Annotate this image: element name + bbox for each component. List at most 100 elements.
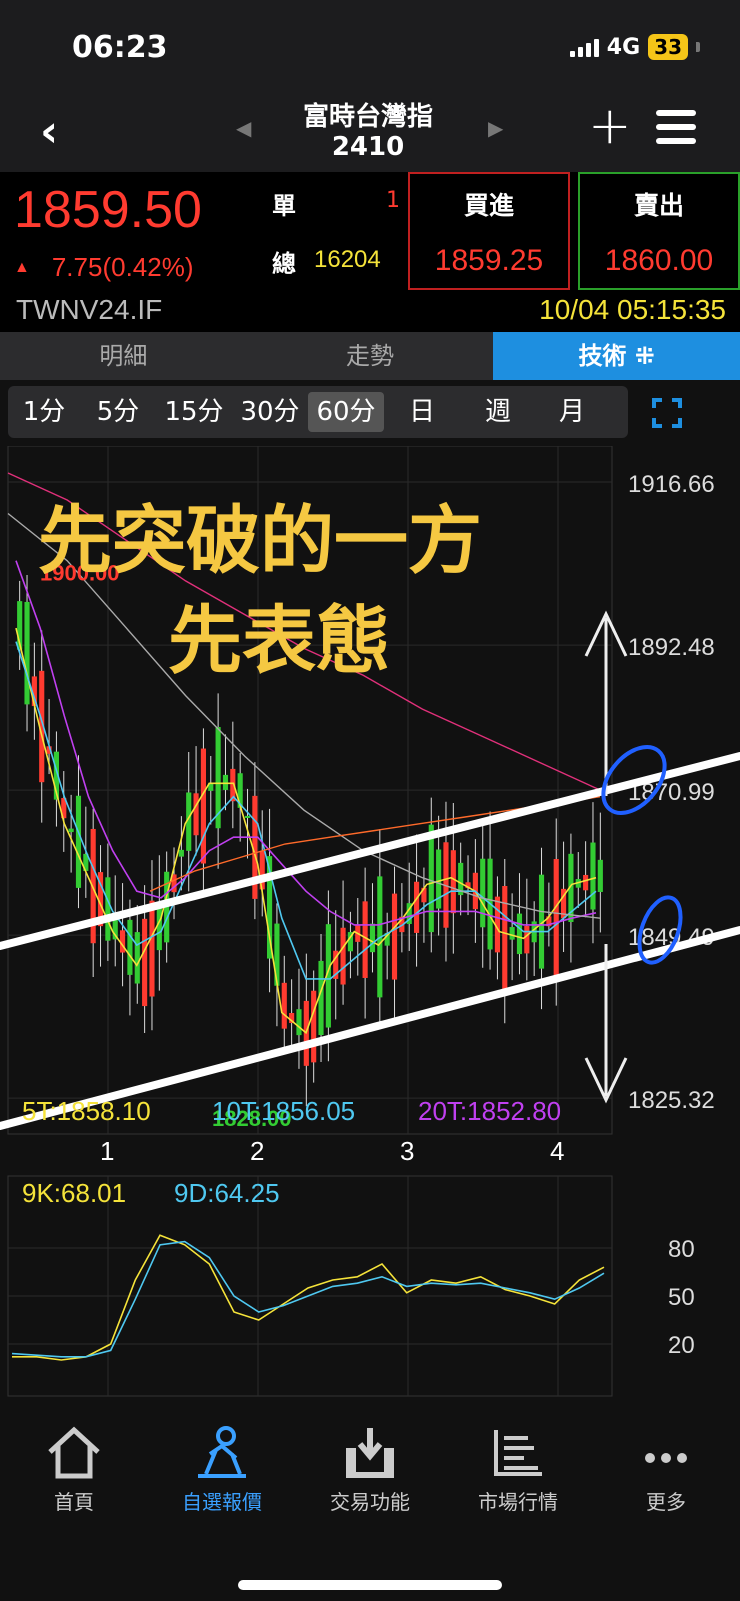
annotation-line-2: 先表態 <box>168 598 390 684</box>
watchlist-icon <box>198 1426 246 1478</box>
more-icon <box>645 1453 687 1463</box>
candle-body <box>516 913 523 955</box>
candle-body <box>480 858 486 928</box>
market-icon <box>494 1430 542 1476</box>
single-volume-label: 單 <box>272 192 296 220</box>
status-bar: 06:23 4G 33 <box>0 0 740 90</box>
candle-body <box>127 919 133 975</box>
candle-body <box>553 859 559 979</box>
back-icon[interactable]: ‹ <box>40 106 58 157</box>
kd-legend-9D: 9D:64.25 <box>174 1178 280 1208</box>
previous-symbol-icon[interactable]: ◀ <box>236 116 251 140</box>
home-icon <box>48 1426 100 1479</box>
period-4[interactable]: 60分 <box>308 392 384 432</box>
candle-body <box>193 793 199 836</box>
candle-body <box>502 885 508 990</box>
candle-body <box>149 900 155 997</box>
sell-price: 1860.00 <box>604 244 714 277</box>
x-tick-label: 2 <box>250 1136 264 1166</box>
nav-home[interactable]: 首頁 <box>0 1424 148 1515</box>
home-indicator <box>238 1580 502 1590</box>
up-arrow-icon: ▲ <box>14 259 30 276</box>
battery-level: 33 <box>648 34 688 60</box>
candle-body <box>244 815 251 819</box>
candle-body <box>311 990 317 1063</box>
total-volume-label: 總 <box>272 250 296 278</box>
total-volume-value: 16204 <box>314 246 381 273</box>
period-0[interactable]: 1分 <box>8 392 80 432</box>
period-3[interactable]: 30分 <box>232 392 308 432</box>
x-tick-label: 3 <box>400 1136 414 1166</box>
period-7[interactable]: 月 <box>536 392 608 432</box>
candle-body <box>362 901 368 978</box>
price-change-value: 7.75(0.42%) <box>51 252 194 282</box>
last-price: 1859.50 <box>14 181 202 239</box>
nav-market-label: 市場行情 <box>478 1490 558 1514</box>
navigation-bar: ‹ ◀ 富時台灣指 2410 ▶ + <box>0 90 740 172</box>
buy-label: 買進 <box>463 191 514 220</box>
period-1[interactable]: 5分 <box>80 392 156 432</box>
buy-price: 1859.25 <box>434 244 544 277</box>
nav-trade-label: 交易功能 <box>330 1490 410 1514</box>
tab-2[interactable]: 技術 ⁜ <box>493 332 740 380</box>
period-2[interactable]: 15分 <box>156 392 232 432</box>
annotation-line-1: 先突破的一方 <box>38 498 482 584</box>
kd-y-tick-label: 20 <box>668 1332 695 1359</box>
single-volume-value: 1 <box>386 188 400 213</box>
x-tick-label: 1 <box>100 1136 114 1166</box>
nav-trade[interactable]: 交易功能 <box>296 1424 444 1515</box>
kd-y-tick-label: 80 <box>668 1236 695 1263</box>
candle-body <box>369 923 376 953</box>
nav-market[interactable]: 市場行情 <box>444 1424 592 1515</box>
candle-body <box>524 925 530 954</box>
nav-home-label: 首頁 <box>54 1490 94 1514</box>
nav-more[interactable]: 更多 <box>592 1424 740 1515</box>
candle-body <box>590 842 596 910</box>
fullscreen-icon[interactable] <box>652 398 682 428</box>
candle-body <box>296 1009 302 1036</box>
battery-icon <box>696 42 700 52</box>
candlestick-chart[interactable]: 1916.661892.481870.991849.491825.321900.… <box>0 446 740 1408</box>
tab-0[interactable]: 明細 <box>0 332 247 380</box>
period-bar: 1分 5分 15分 30分 60分日週月 <box>0 380 740 446</box>
next-symbol-icon[interactable]: ▶ <box>488 116 503 140</box>
period-5[interactable]: 日 <box>384 392 460 432</box>
bottom-navigation: 首頁 自選報價 交易功能 市場行情 更多 <box>0 1408 740 1601</box>
y-tick-label: 1916.66 <box>628 471 715 498</box>
candle-body <box>200 748 206 864</box>
status-indicators: 4G 33 <box>569 34 700 60</box>
candle-body <box>178 849 184 857</box>
candle-body <box>583 874 589 891</box>
candle-body <box>24 601 30 705</box>
candle-body <box>142 918 148 1007</box>
kd-panel-frame <box>7 1175 613 1397</box>
signal-icon <box>569 37 599 57</box>
add-icon[interactable]: + <box>588 96 632 156</box>
menu-icon[interactable] <box>656 110 696 152</box>
kd-y-tick-label: 50 <box>668 1284 695 1311</box>
sell-button[interactable]: 賣出 1860.00 <box>578 172 740 290</box>
symbol-name: 富時台灣指 <box>302 102 433 132</box>
technical-chart[interactable]: 1916.66 1892.48 1870.99 1849.49 1825.32 1900.… <box>0 446 740 1408</box>
kd-legend-9K: 9K:68.01 <box>22 1178 126 1208</box>
symbol-code: 2410 <box>331 132 405 162</box>
x-tick-label: 4 <box>550 1136 564 1166</box>
trade-icon <box>346 1428 394 1478</box>
ma-legend-5T: 5T:1858.10 <box>22 1096 151 1126</box>
quote-datetime: 10/04 05:15:35 <box>539 294 726 325</box>
nav-watchlist-label: 自選報價 <box>182 1490 262 1514</box>
period-6[interactable]: 週 <box>460 392 536 432</box>
nav-watchlist[interactable]: 自選報價 <box>148 1424 296 1515</box>
price-change: ▲ 7.75(0.42%) <box>14 252 194 283</box>
period-selector: 1分 5分 15分 30分 60分日週月 <box>8 386 628 438</box>
candle-body <box>340 927 346 985</box>
candle-body <box>134 932 140 984</box>
candle-body <box>75 795 82 888</box>
candle-body <box>509 927 515 940</box>
ma-legend-20T: 20T:1852.80 <box>418 1096 561 1126</box>
sell-label: 賣出 <box>633 191 684 220</box>
code-line: TWNV24.IF 10/04 05:15:35 <box>0 292 740 330</box>
buy-button[interactable]: 買進 1859.25 <box>408 172 570 290</box>
tab-1[interactable]: 走勢 <box>247 332 494 380</box>
candle-body <box>414 881 420 933</box>
